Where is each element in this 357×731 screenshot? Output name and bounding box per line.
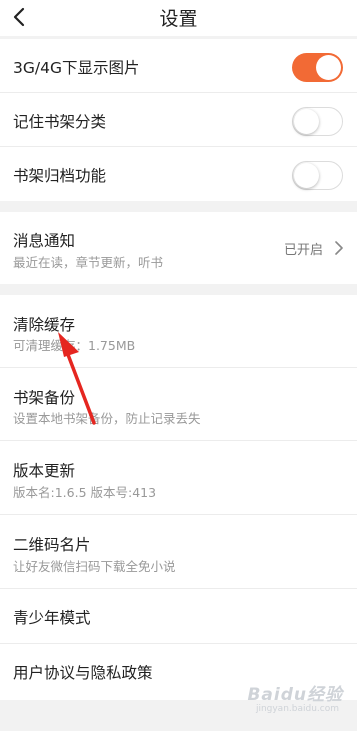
setting-label: 3G/4G下显示图片 <box>13 59 140 77</box>
setting-row-backup[interactable]: 书架备份 设置本地书架备份，防止记录丢失 <box>0 368 357 441</box>
setting-label: 版本更新 <box>13 462 76 480</box>
setting-row-clear-cache[interactable]: 清除缓存 可清理缓存：1.75MB <box>0 295 357 368</box>
setting-description: 设置本地书架备份，防止记录丢失 <box>13 411 201 426</box>
setting-description: 版本名:1.6.5 版本号:413 <box>13 485 157 500</box>
watermark-url: jingyan.baidu.com <box>255 704 339 714</box>
toggle-knob <box>316 55 341 80</box>
notification-group: 消息通知 最近在读，章节更新，听书 已开启 <box>0 212 357 284</box>
setting-label: 二维码名片 <box>13 536 91 554</box>
header-bar: 设置 <box>0 0 357 36</box>
setting-row-notification[interactable]: 消息通知 最近在读，章节更新，听书 已开启 <box>0 212 357 284</box>
setting-label: 书架备份 <box>13 389 76 407</box>
notification-status: 已开启 <box>283 243 323 258</box>
setting-row-qrcode[interactable]: 二维码名片 让好友微信扫码下载全免小说 <box>0 515 357 589</box>
setting-label: 清除缓存 <box>13 316 76 334</box>
setting-label: 青少年模式 <box>13 609 91 627</box>
archive-toggle[interactable] <box>292 161 343 190</box>
setting-description: 可清理缓存：1.75MB <box>13 338 136 353</box>
setting-row-archive[interactable]: 书架归档功能 <box>0 147 357 201</box>
setting-row-version-update[interactable]: 版本更新 版本名:1.6.5 版本号:413 <box>0 441 357 515</box>
setting-label: 书架归档功能 <box>13 167 107 185</box>
toggle-knob <box>294 109 319 134</box>
setting-label: 用户协议与隐私政策 <box>13 664 153 682</box>
baidu-watermark: Baidu经验 jingyan.baidu.com <box>227 680 347 720</box>
remember-category-toggle[interactable] <box>292 107 343 136</box>
setting-row-remember-category[interactable]: 记住书架分类 <box>0 93 357 147</box>
setting-label: 消息通知 <box>13 232 76 250</box>
setting-description: 让好友微信扫码下载全免小说 <box>13 559 176 574</box>
general-settings-group: 清除缓存 可清理缓存：1.75MB 书架备份 设置本地书架备份，防止记录丢失 版… <box>0 295 357 700</box>
toggle-knob <box>294 163 319 188</box>
setting-label: 记住书架分类 <box>13 113 107 131</box>
setting-row-show-images[interactable]: 3G/4G下显示图片 <box>0 39 357 93</box>
watermark-text: Baidu经验 <box>247 685 343 705</box>
page-title: 设置 <box>159 8 198 30</box>
chevron-right-icon <box>335 241 343 255</box>
setting-description: 最近在读，章节更新，听书 <box>13 255 164 270</box>
setting-row-teen-mode[interactable]: 青少年模式 <box>0 589 357 644</box>
display-settings-group: 3G/4G下显示图片 记住书架分类 书架归档功能 <box>0 39 357 201</box>
show-images-toggle[interactable] <box>292 53 343 82</box>
